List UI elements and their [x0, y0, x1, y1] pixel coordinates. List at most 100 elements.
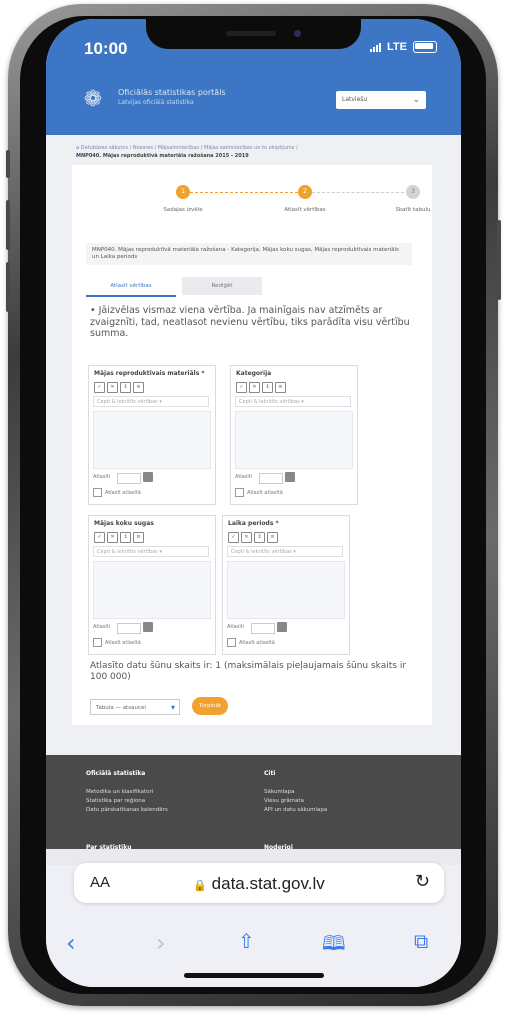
footer-link[interactable]: Datu pārskatīšanas kalendārs [86, 806, 168, 815]
select-all-icon[interactable]: ✓ [94, 532, 105, 543]
dimension-count-field [259, 473, 283, 484]
dimension-search-input[interactable]: Cepti & iekritīts vērtības ▾ [93, 396, 209, 407]
checkbox-icon [235, 488, 244, 497]
dimension-checkbox[interactable]: Atlasīt atlasītā [93, 638, 141, 647]
home-indicator [184, 973, 324, 978]
step-3-dot[interactable]: 3 [406, 185, 420, 199]
breadcrumb-path: Datubāzes sākums / Nozares / Mājsaimniec… [80, 145, 298, 151]
select-all-icon[interactable]: ✓ [228, 532, 239, 543]
chevron-down-icon: ▾ [170, 703, 175, 712]
dimension-checkbox[interactable]: Atlasīt atlasītā [235, 488, 283, 497]
address-bar[interactable]: AA 🔒 data.stat.gov.lv ↻ [74, 863, 444, 903]
sort-icon[interactable]: ↕ [120, 382, 131, 393]
signal-icon [370, 42, 382, 52]
site-title[interactable]: Oficiālās statistikas portāls Latvijas o… [118, 88, 278, 108]
dimension-select-button[interactable] [143, 472, 153, 482]
deselect-all-icon[interactable]: ✕ [107, 532, 118, 543]
output-format-select[interactable]: Tabula — atsaucei ▾ [90, 699, 180, 715]
step-2-dot[interactable]: 2 [298, 185, 312, 199]
dimension-select-button[interactable] [285, 472, 295, 482]
dimension-checkbox[interactable]: Atlasīt atlasītā [227, 638, 275, 647]
dimension-select-button[interactable] [277, 622, 287, 632]
footer-heading: Citi [264, 770, 276, 777]
battery-icon [413, 41, 437, 53]
forward-icon[interactable]: › [156, 929, 166, 957]
instruction-text: • Jāizvēlas vismaz viena vērtība. Ja mai… [90, 305, 410, 339]
breadcrumb-dataset: MNP040. Mājas reproduktīvā materiāla raž… [76, 153, 249, 159]
deselect-all-icon[interactable]: ✕ [241, 532, 252, 543]
tab-bar: Atlasīt vērtības Rediģēt [86, 277, 412, 297]
dimension-search-input[interactable]: Cepti & iekritīts vērtības ▾ [235, 396, 351, 407]
sort-icon[interactable]: ↕ [254, 532, 265, 543]
dimension-checkbox-label: Atlasīt atlasītā [105, 639, 141, 646]
step-3-label: Skatīt tabulu [395, 207, 431, 213]
dimension-search-input[interactable]: Cepti & iekritīts vērtības ▾ [227, 546, 343, 557]
dimension-title: Mājas reproduktīvais materiāls * [94, 370, 205, 377]
dimension-selected-label: Atlasīti [93, 474, 111, 480]
language-select[interactable]: Latviešu ⌄ [336, 91, 426, 109]
dimension-value-list[interactable] [93, 561, 211, 619]
dimension-select-button[interactable] [143, 622, 153, 632]
footer-link[interactable]: Metodika un klasifikatori [86, 788, 168, 797]
deselect-all-icon[interactable]: ✕ [107, 382, 118, 393]
cell-count-info: Atlasīto datu šūnu skaits ir: 1 (maksimā… [90, 661, 407, 682]
checkbox-icon [93, 488, 102, 497]
footer-link[interactable]: API un datu sākumlapa [264, 806, 327, 815]
checkbox-icon [227, 638, 236, 647]
bookmarks-icon[interactable]: 🕮 [322, 929, 346, 963]
tab-select-values[interactable]: Atlasīt vērtības [86, 277, 176, 297]
tabs-icon[interactable]: ⧉ [414, 929, 428, 953]
tab-edit[interactable]: Rediģēt [182, 277, 262, 295]
coat-of-arms-logo[interactable]: ❁ [79, 86, 107, 114]
speaker-grille [226, 31, 276, 36]
front-camera [294, 30, 301, 37]
dimension-toolbar: ✓ ✕ ↕ ≡ [236, 382, 286, 393]
step-1-label: Sadaļas izvēle [163, 207, 203, 213]
sort-icon[interactable]: ↕ [120, 532, 131, 543]
step-1-dot[interactable]: 1 [176, 185, 190, 199]
volume-up-button [6, 200, 10, 250]
main-content: ⌂ Datubāzes sākums / Nozares / Mājsaimni… [46, 135, 461, 755]
footer-link[interactable]: Sākumlapa [264, 788, 327, 797]
safari-bottom-bar: AA 🔒 data.stat.gov.lv ↻ ‹ › ⇧ 🕮 ⧉ [46, 849, 461, 987]
reload-icon[interactable]: ↻ [415, 871, 430, 892]
chevron-down-icon: ⌄ [412, 95, 420, 105]
back-icon[interactable]: ‹ [66, 929, 76, 957]
footer-link[interactable]: Statistika par reģiona [86, 797, 168, 806]
dimension-search-input[interactable]: Cepti & iekritīts vērtības ▾ [93, 546, 209, 557]
dimension-checkbox-label: Atlasīt atlasītā [247, 489, 283, 496]
lock-icon: 🔒 [193, 880, 207, 892]
dimension-toolbar: ✓ ✕ ↕ ≡ [94, 382, 144, 393]
dimension-toolbar: ✓ ✕ ↕ ≡ [94, 532, 144, 543]
site-title-main: Oficiālās statistikas portāls [118, 88, 226, 97]
select-all-icon[interactable]: ✓ [236, 382, 247, 393]
step-2-label: Atlasīt vērtības [284, 207, 326, 213]
dimension-checkbox[interactable]: Atlasīt atlasītā [93, 488, 141, 497]
select-all-icon[interactable]: ✓ [94, 382, 105, 393]
checkbox-icon [93, 638, 102, 647]
url-field[interactable]: 🔒 data.stat.gov.lv [74, 874, 444, 894]
dimension-value-list[interactable] [227, 561, 345, 619]
sort-icon[interactable]: ↕ [262, 382, 273, 393]
dimension-value-list[interactable] [235, 411, 353, 469]
hierarchy-icon[interactable]: ≡ [267, 532, 278, 543]
step-connector [190, 192, 298, 193]
breadcrumb[interactable]: ⌂ Datubāzes sākums / Nozares / Mājsaimni… [76, 145, 406, 152]
dimension-box: Mājas koku sugas ✓ ✕ ↕ ≡ Cepti & iekritīts … [88, 515, 216, 655]
hierarchy-icon[interactable]: ≡ [133, 382, 144, 393]
dimension-checkbox-label: Atlasīt atlasītā [239, 639, 275, 646]
hierarchy-icon[interactable]: ≡ [275, 382, 286, 393]
dimension-title: Laika periods * [228, 520, 279, 527]
deselect-all-icon[interactable]: ✕ [249, 382, 260, 393]
continue-button[interactable]: Turpināt [192, 697, 228, 715]
share-icon[interactable]: ⇧ [238, 929, 255, 953]
footer-column-official-statistics: Oficiālā statistika Metodika un klasifik… [86, 769, 168, 815]
dimension-title: Mājas koku sugas [94, 520, 154, 527]
footer-link[interactable]: Viesu grāmata [264, 797, 327, 806]
dimension-value-list[interactable] [93, 411, 211, 469]
dimension-count-field [117, 473, 141, 484]
footer-heading: Oficiālā statistika [86, 770, 146, 777]
hierarchy-icon[interactable]: ≡ [133, 532, 144, 543]
url-text: data.stat.gov.lv [211, 874, 325, 893]
power-button [497, 220, 501, 300]
